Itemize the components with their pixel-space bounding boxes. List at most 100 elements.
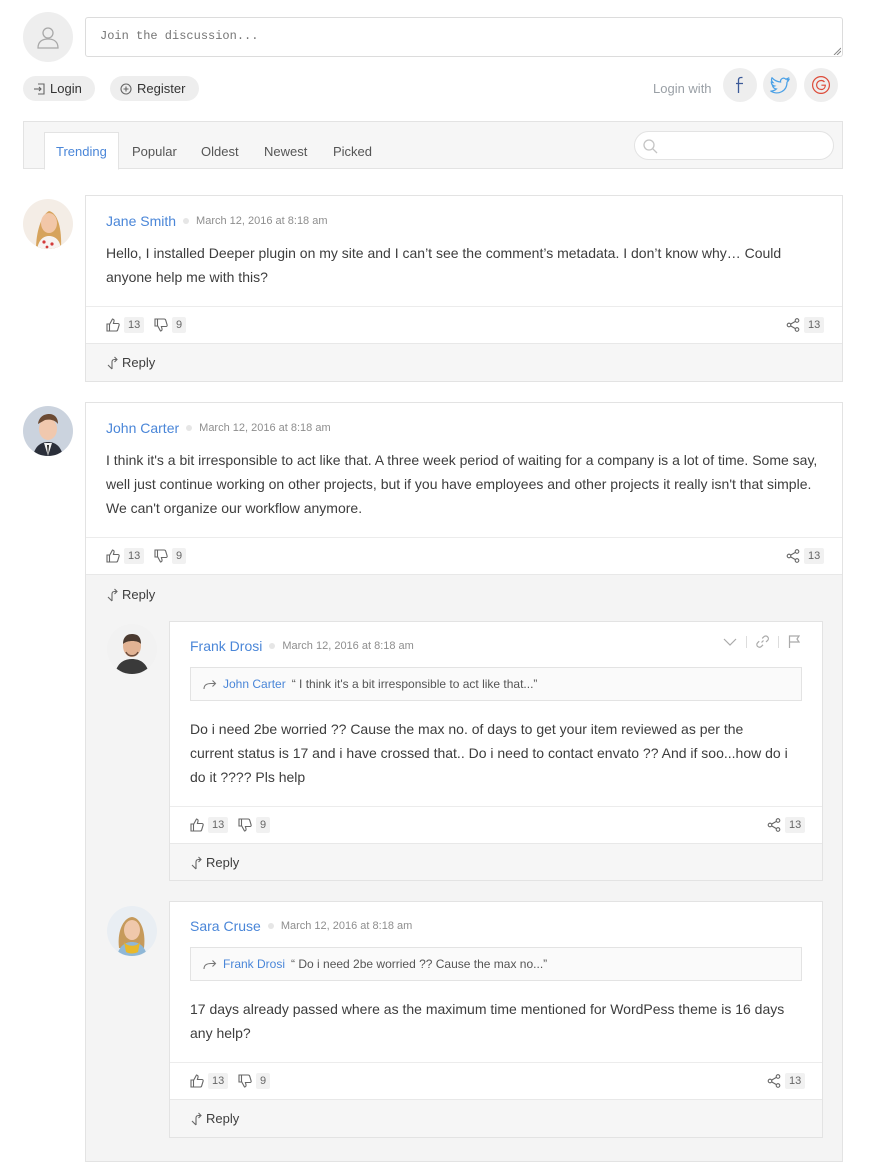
share-icon [786,318,800,332]
share-icon [767,818,781,832]
comment-text: Do i need 2be worried ?? Cause the max n… [190,721,788,785]
reply-icon [191,1112,202,1125]
avatar [23,406,73,456]
reply-button[interactable]: Reply [190,1111,239,1126]
meta-dot [183,218,190,224]
thumbs-down-icon [238,818,252,832]
twitter-icon [770,76,790,93]
comment-date[interactable]: March 12, 2016 at 8:18 am [282,640,413,652]
register-label: Register [137,81,186,96]
resize-grip-icon[interactable] [833,47,841,55]
reply-icon [191,856,202,869]
comment-meta: Jane Smith March 12, 2016 at 8:18 am [106,213,328,229]
share-count: 13 [804,548,825,564]
forward-icon [203,679,217,689]
like-count: 13 [124,548,145,564]
chevron-down-icon[interactable] [723,637,737,647]
avatar [23,199,73,249]
comment-search-box[interactable] [634,131,834,160]
comment-composer[interactable] [85,17,843,57]
login-label: Login [50,81,82,96]
comment-author[interactable]: John Carter [106,420,179,436]
reply-button[interactable]: Reply [190,855,239,870]
like-count: 13 [208,817,229,833]
reply-button[interactable]: Reply [106,355,155,370]
facebook-login-button[interactable] [723,68,757,102]
reply-bar: Reply [86,343,842,381]
flag-icon[interactable] [788,635,800,648]
divider [86,537,842,538]
tab-trending[interactable]: Trending [44,132,119,170]
avatar [107,624,157,674]
thumbs-up-icon [190,818,204,832]
tab-oldest[interactable]: Oldest [190,132,250,170]
divider [170,806,822,807]
share-button[interactable]: 13 [767,817,806,833]
discussion-input[interactable] [86,18,842,56]
link-icon[interactable] [756,635,769,648]
comment-date[interactable]: March 12, 2016 at 8:18 am [199,422,330,434]
meta-dot [267,923,274,929]
share-button[interactable]: 13 [786,548,825,564]
facebook-icon [736,76,743,93]
comment-text: Hello, I installed Deeper plugin on my s… [106,245,782,285]
login-with-label: Login with [653,81,712,96]
comment-author[interactable]: Sara Cruse [190,918,261,934]
quoted-comment[interactable]: John Carter “ I think it's a bit irrespo… [190,667,802,701]
comment-card: Jane Smith March 12, 2016 at 8:18 am Hel… [85,195,843,382]
share-button[interactable]: 13 [767,1073,806,1089]
like-button[interactable]: 13 [190,817,229,833]
quote-author[interactable]: John Carter [223,677,286,691]
comment-date[interactable]: March 12, 2016 at 8:18 am [196,215,327,227]
google-login-button[interactable] [804,68,838,102]
register-button[interactable]: Register [110,76,199,101]
quote-author[interactable]: Frank Drosi [223,957,285,971]
comment-meta: John Carter March 12, 2016 at 8:18 am [106,420,331,436]
reply-icon [107,356,118,369]
dislike-button[interactable]: 9 [154,548,187,564]
thumbs-down-icon [154,549,168,563]
tab-popular[interactable]: Popular [121,132,188,170]
like-button[interactable]: 13 [106,317,145,333]
user-avatar [23,12,73,62]
reply-icon [107,588,118,601]
sort-tabs-bar: Trending Popular Oldest Newest Picked [23,121,843,170]
twitter-login-button[interactable] [763,68,797,102]
dislike-button[interactable]: 9 [238,817,271,833]
user-icon [37,27,59,49]
quote-text: “ I think it's a bit irresponsible to ac… [291,677,538,691]
google-icon [812,76,830,94]
dislike-button[interactable]: 9 [154,317,187,333]
thumbs-up-icon [106,549,120,563]
search-icon [643,139,658,154]
tab-newest[interactable]: Newest [253,132,318,170]
quoted-comment[interactable]: Frank Drosi “ Do i need 2be worried ?? C… [190,947,802,981]
like-count: 13 [208,1073,229,1089]
comment-author[interactable]: Jane Smith [106,213,176,229]
quote-text: “ Do i need 2be worried ?? Cause the max… [291,957,548,971]
share-icon [767,1074,781,1088]
login-icon [34,82,45,95]
comment-card: John Carter March 12, 2016 at 8:18 am I … [85,402,843,1162]
meta-dot [269,643,276,649]
divider [86,574,842,575]
reply-button[interactable]: Reply [106,587,155,602]
comment-date[interactable]: March 12, 2016 at 8:18 am [281,920,412,932]
comment-author[interactable]: Frank Drosi [190,638,262,654]
login-button[interactable]: Login [23,76,95,101]
tab-picked[interactable]: Picked [322,132,383,170]
reply-label: Reply [122,587,156,602]
share-count: 13 [804,317,825,333]
dislike-button[interactable]: 9 [238,1073,271,1089]
thumbs-up-icon [106,318,120,332]
divider [86,306,842,307]
like-count: 13 [124,317,145,333]
thumbs-down-icon [154,318,168,332]
reply-card: Sara Cruse March 12, 2016 at 8:18 am Fra… [169,901,823,1138]
share-icon [786,549,800,563]
like-button[interactable]: 13 [106,548,145,564]
search-input[interactable] [665,136,825,156]
avatar-sara-image [107,906,157,956]
share-button[interactable]: 13 [786,317,825,333]
like-button[interactable]: 13 [190,1073,229,1089]
